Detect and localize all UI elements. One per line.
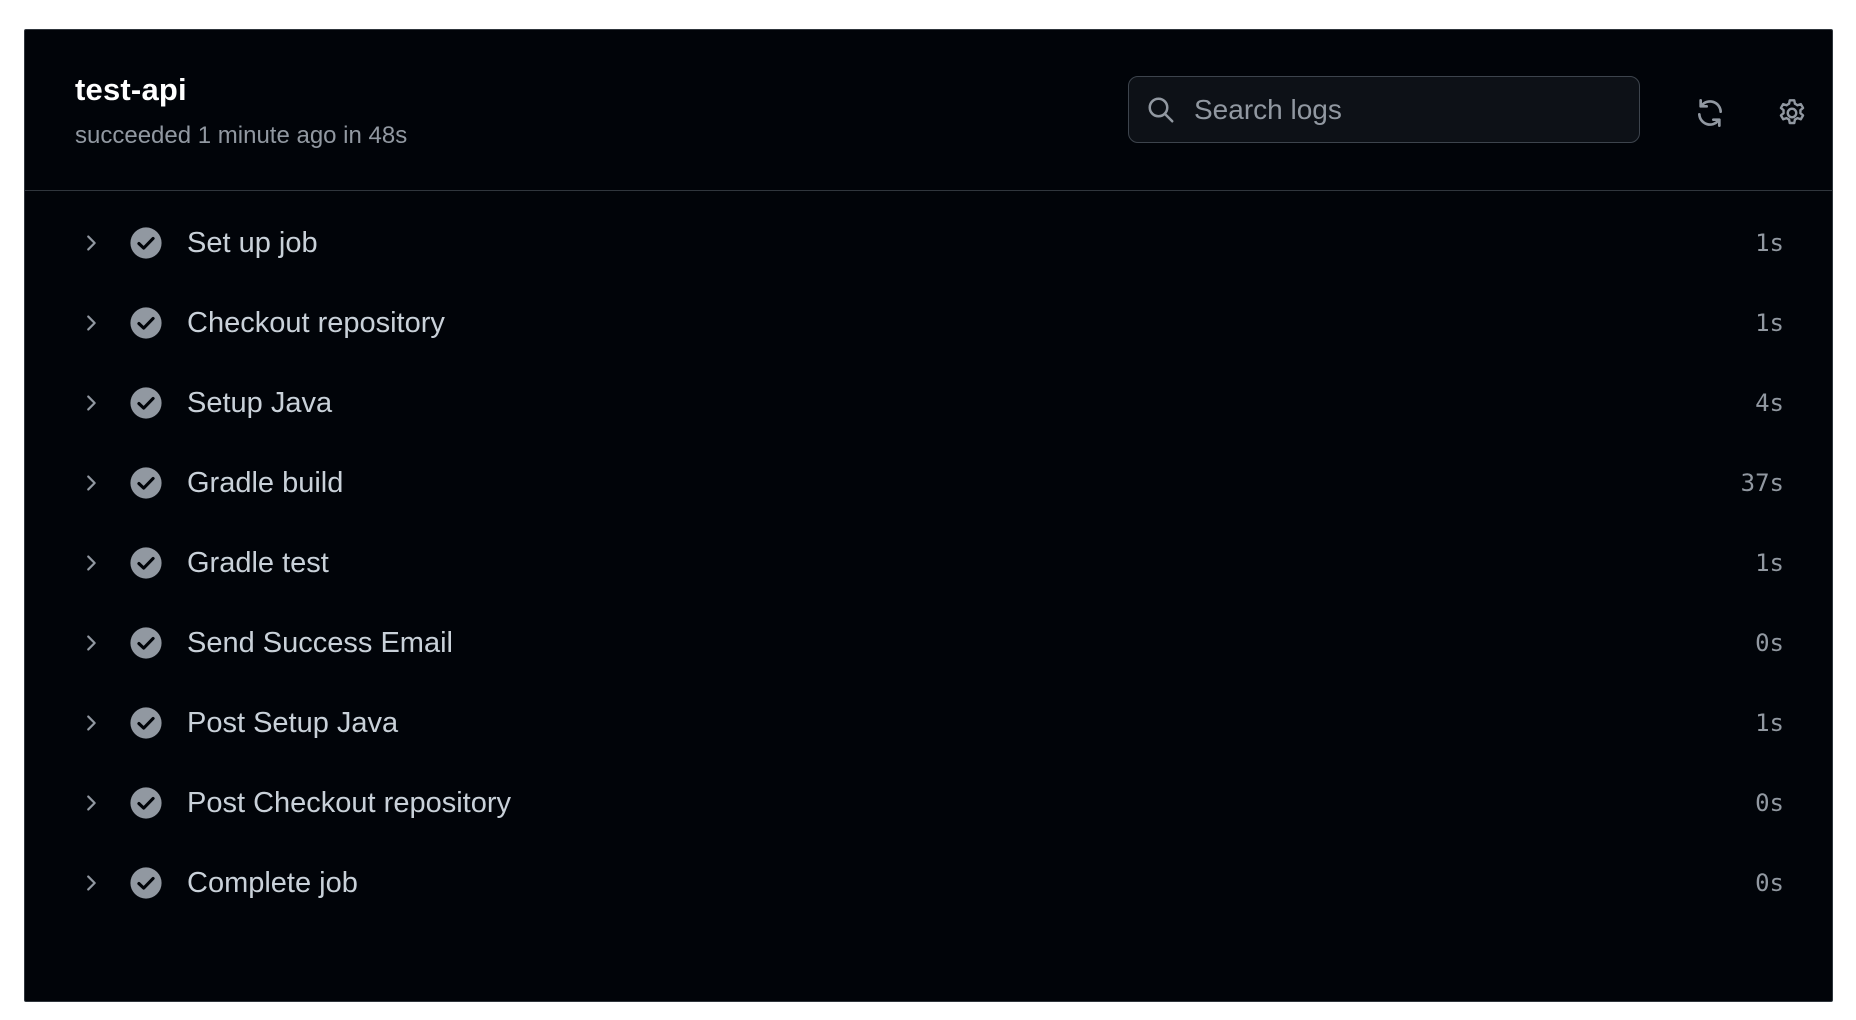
step-duration: 4s [1755,389,1784,417]
search-logs-box[interactable] [1128,76,1640,143]
success-check-icon [129,706,163,740]
chevron-right-icon[interactable] [75,227,107,259]
step-row[interactable]: Post Setup Java 1s [25,683,1832,763]
step-duration: 1s [1755,309,1784,337]
step-duration: 37s [1740,469,1784,497]
success-check-icon [129,546,163,580]
step-row[interactable]: Complete job 0s [25,843,1832,923]
step-name: Post Setup Java [187,706,399,739]
chevron-right-icon[interactable] [75,707,107,739]
step-duration: 0s [1755,789,1784,817]
gear-icon [1776,97,1808,134]
steps-list: Set up job 1s Checkout repository 1s Set… [25,191,1832,923]
success-check-icon [129,386,163,420]
refresh-icon [1694,97,1726,134]
chevron-right-icon[interactable] [75,787,107,819]
step-duration: 1s [1755,229,1784,257]
success-check-icon [129,626,163,660]
step-row[interactable]: Setup Java 4s [25,363,1832,443]
step-duration: 1s [1755,549,1784,577]
chevron-right-icon[interactable] [75,307,107,339]
step-row[interactable]: Post Checkout repository 0s [25,763,1832,843]
chevron-right-icon[interactable] [75,627,107,659]
job-header: test-api succeeded 1 minute ago in 48s [25,30,1832,191]
step-name: Complete job [187,866,358,899]
success-check-icon [129,466,163,500]
step-name: Gradle test [187,546,329,579]
success-check-icon [129,866,163,900]
chevron-right-icon[interactable] [75,547,107,579]
step-row[interactable]: Gradle test 1s [25,523,1832,603]
step-row[interactable]: Checkout repository 1s [25,283,1832,363]
success-check-icon [129,306,163,340]
chevron-right-icon[interactable] [75,467,107,499]
step-name: Gradle build [187,466,344,499]
job-title: test-api [75,72,187,107]
job-status-summary: succeeded 1 minute ago in 48s [75,122,408,149]
chevron-right-icon[interactable] [75,867,107,899]
step-name: Checkout repository [187,306,445,339]
success-check-icon [129,226,163,260]
step-row[interactable]: Set up job 1s [25,203,1832,283]
step-duration: 1s [1755,709,1784,737]
step-row[interactable]: Gradle build 37s [25,443,1832,523]
step-name: Set up job [187,226,318,259]
success-check-icon [129,786,163,820]
step-name: Send Success Email [187,626,453,659]
search-icon [1144,93,1178,127]
step-row[interactable]: Send Success Email 0s [25,603,1832,683]
step-name: Setup Java [187,386,333,419]
step-duration: 0s [1755,869,1784,897]
job-log-panel: test-api succeeded 1 minute ago in 48s S… [24,29,1833,1002]
step-name: Post Checkout repository [187,786,511,819]
chevron-right-icon[interactable] [75,387,107,419]
search-logs-input[interactable] [1194,93,1624,126]
refresh-button[interactable] [1686,91,1734,139]
step-duration: 0s [1755,629,1784,657]
settings-button[interactable] [1768,91,1816,139]
